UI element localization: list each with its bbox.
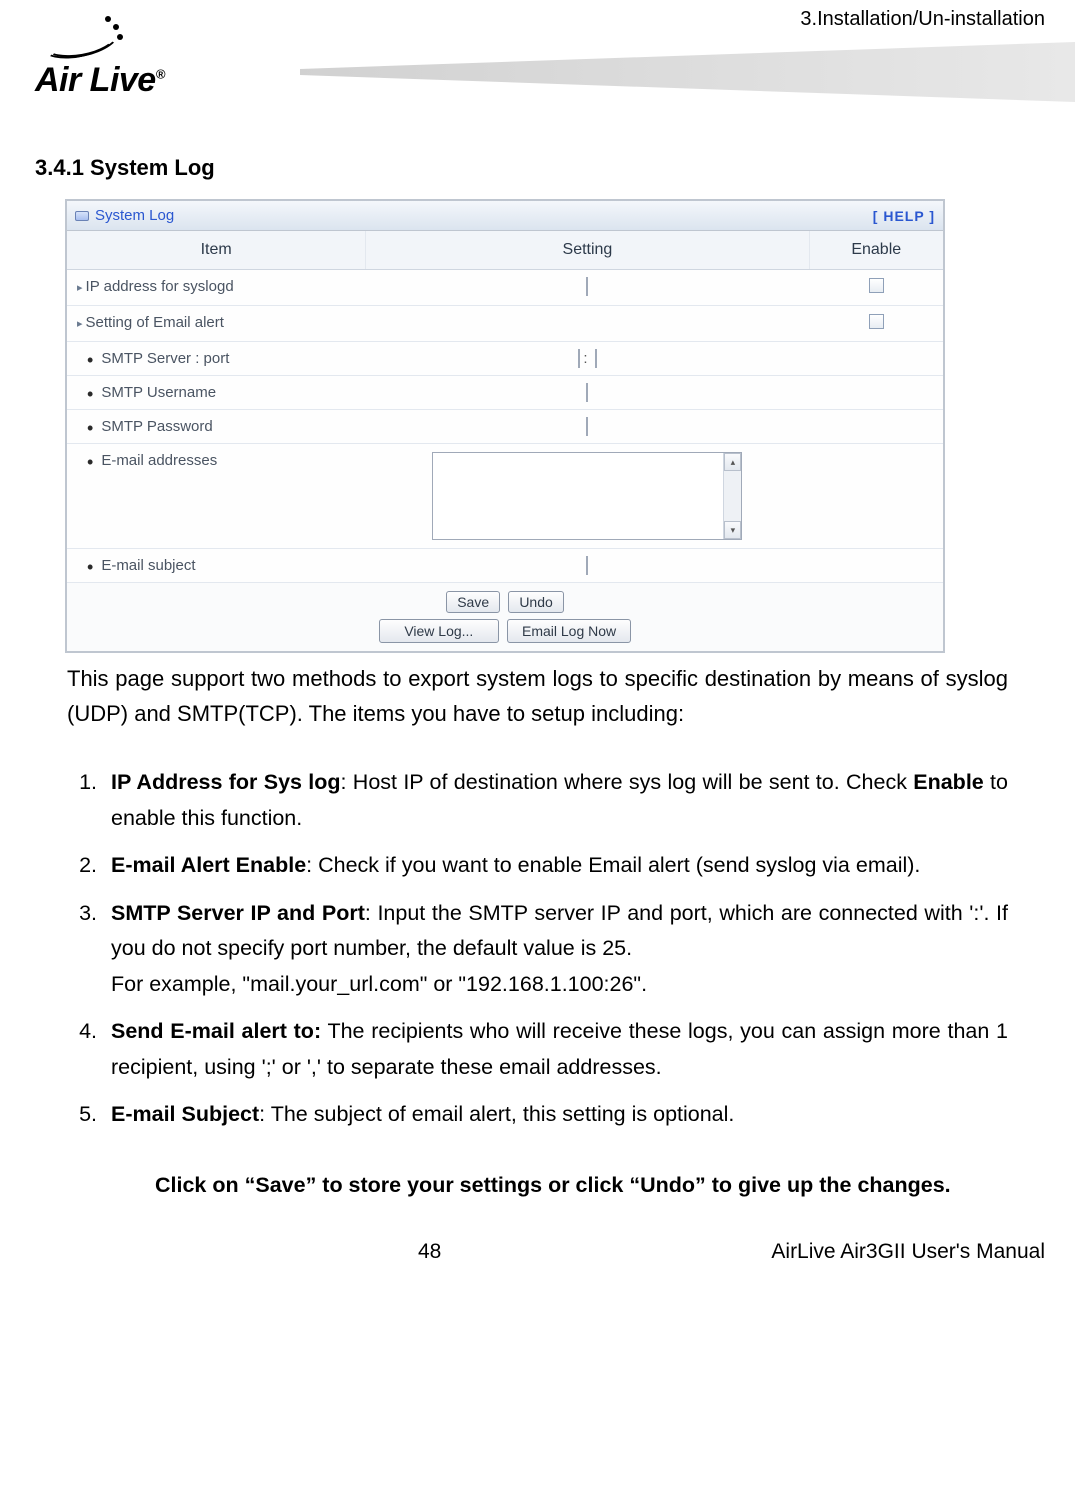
ip-syslogd-checkbox[interactable] xyxy=(869,278,884,293)
row-smtp-server: • SMTP Server : port : xyxy=(67,342,943,376)
save-button[interactable]: Save xyxy=(446,591,500,613)
undo-button[interactable]: Undo xyxy=(508,591,563,613)
label-email-alert: Setting of Email alert xyxy=(86,314,224,331)
smtp-username-input[interactable] xyxy=(586,383,588,402)
row-smtp-password: • SMTP Password xyxy=(67,410,943,444)
email-alert-checkbox[interactable] xyxy=(869,314,884,329)
email-addresses-textarea[interactable]: ▴ ▾ xyxy=(432,452,742,540)
logo-text: Air Live® xyxy=(35,61,165,100)
scroll-down-icon[interactable]: ▾ xyxy=(724,521,741,539)
label-email-addresses: E-mail addresses xyxy=(101,452,217,469)
list-item: Send E-mail alert to: The recipients who… xyxy=(103,1014,1008,1085)
row-ip-syslogd: ▸IP address for syslogd xyxy=(67,270,943,306)
bullet-icon: • xyxy=(87,350,93,370)
panel-title: System Log xyxy=(95,207,174,224)
email-subject-input[interactable] xyxy=(586,556,588,575)
list-item: E-mail Subject: The subject of email ale… xyxy=(103,1097,1008,1132)
smtp-port-input[interactable] xyxy=(595,349,597,368)
logo-swoosh-icon xyxy=(35,10,125,65)
th-setting: Setting xyxy=(366,231,809,270)
intro-paragraph: This page support two methods to export … xyxy=(67,661,1008,731)
arrow-icon: ▸ xyxy=(77,318,83,330)
breadcrumb: 3.Installation/Un-installation xyxy=(800,8,1045,31)
smtp-password-input[interactable] xyxy=(586,417,588,436)
bullet-icon: • xyxy=(87,452,93,472)
page-number: 48 xyxy=(418,1240,441,1264)
bullet-icon: • xyxy=(87,418,93,438)
row-email-alert: ▸Setting of Email alert xyxy=(67,306,943,342)
scrollbar[interactable]: ▴ ▾ xyxy=(723,453,741,539)
label-ip-syslogd: IP address for syslogd xyxy=(86,278,234,295)
manual-title: AirLive Air3GII User's Manual xyxy=(771,1240,1045,1264)
closing-instruction: Click on “Save” to store your settings o… xyxy=(155,1173,1010,1198)
list-item: IP Address for Sys log: Host IP of desti… xyxy=(103,765,1008,836)
header-divider xyxy=(300,42,1075,102)
bullet-icon: • xyxy=(87,557,93,577)
system-log-panel: System Log [ HELP ] Item Setting Enable … xyxy=(65,199,945,653)
section-heading: 3.4.1 System Log xyxy=(35,155,1040,181)
bullet-icon: • xyxy=(87,384,93,404)
logo: Air Live® xyxy=(35,10,165,100)
colon-separator: : xyxy=(583,350,587,367)
row-email-addresses: • E-mail addresses ▴ ▾ xyxy=(67,444,943,549)
row-email-subject: • E-mail subject xyxy=(67,549,943,583)
panel-icon xyxy=(75,211,89,221)
list-item: E-mail Alert Enable: Check if you want t… xyxy=(103,848,1008,883)
help-link[interactable]: [ HELP ] xyxy=(873,208,935,224)
smtp-server-input[interactable] xyxy=(578,349,580,368)
row-smtp-username: • SMTP Username xyxy=(67,376,943,410)
label-smtp-password: SMTP Password xyxy=(101,418,212,435)
label-smtp-server: SMTP Server : port xyxy=(101,350,229,367)
view-log-button[interactable]: View Log... xyxy=(379,619,499,643)
arrow-icon: ▸ xyxy=(77,282,83,294)
scroll-up-icon[interactable]: ▴ xyxy=(724,453,741,471)
email-log-now-button[interactable]: Email Log Now xyxy=(507,619,631,643)
th-enable: Enable xyxy=(809,231,943,270)
list-item: SMTP Server IP and Port: Input the SMTP … xyxy=(103,896,1008,1002)
ip-syslogd-input[interactable] xyxy=(586,277,588,296)
label-email-subject: E-mail subject xyxy=(101,557,195,574)
label-smtp-username: SMTP Username xyxy=(101,384,216,401)
instruction-list: IP Address for Sys log: Host IP of desti… xyxy=(103,765,1008,1132)
th-item: Item xyxy=(67,231,366,270)
